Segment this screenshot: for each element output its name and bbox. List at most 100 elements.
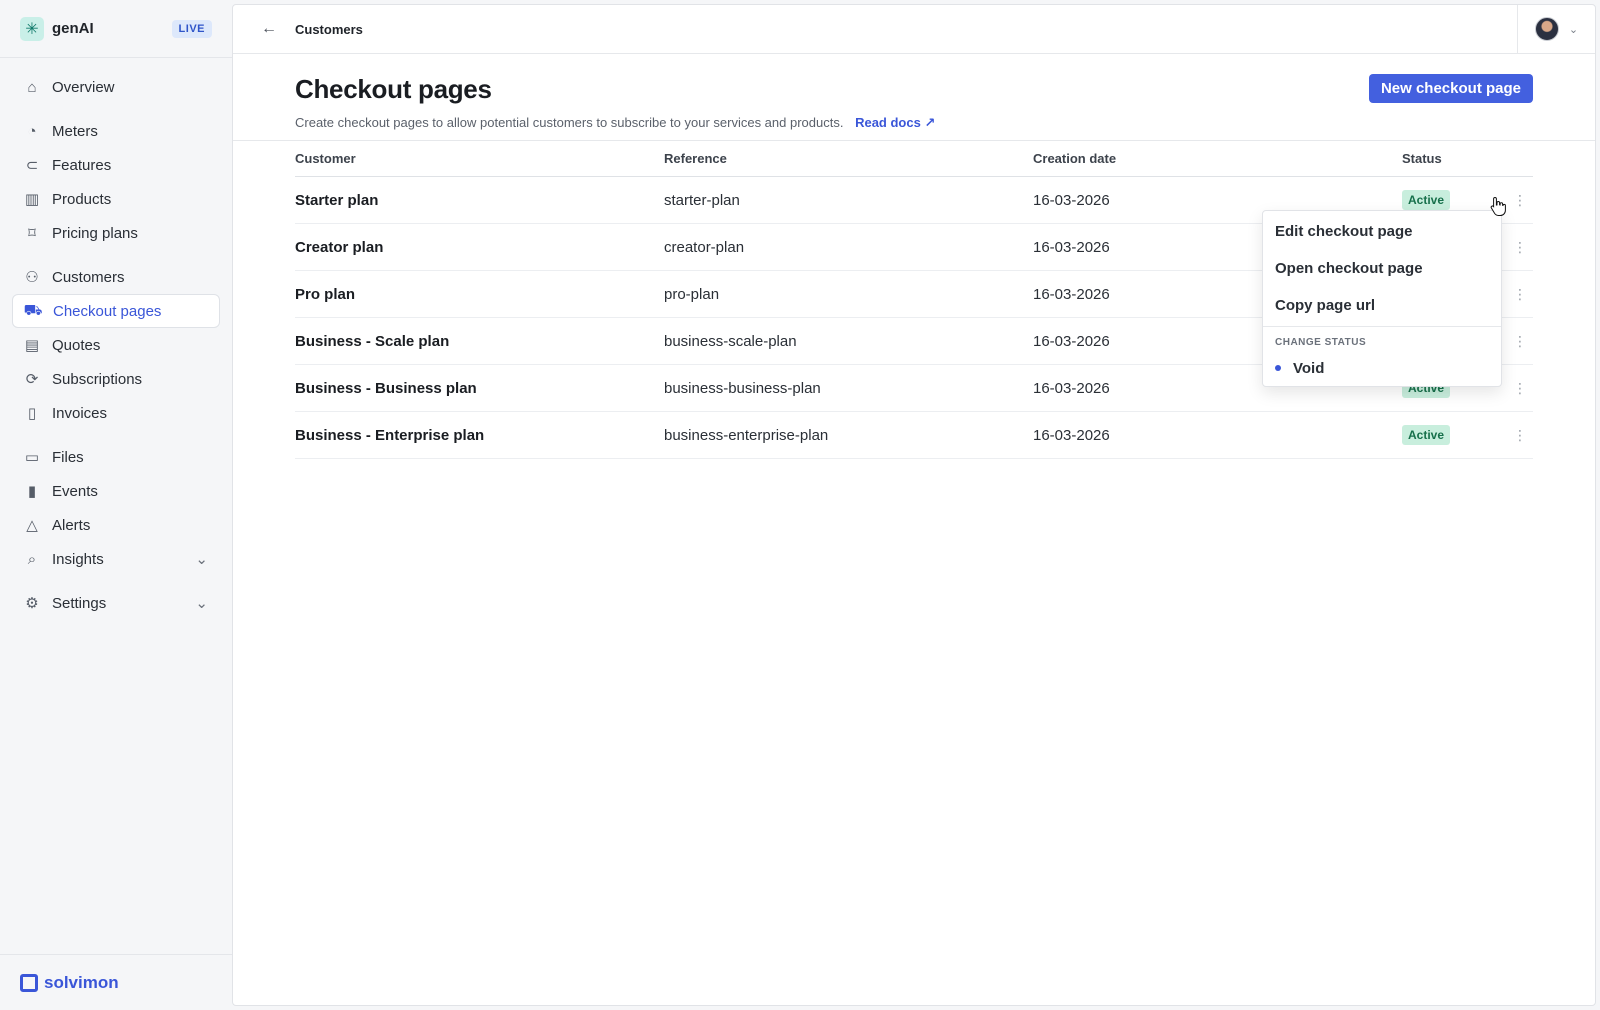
column-header-status: Status — [1402, 151, 1442, 166]
sidebar-item-quotes[interactable]: ▤ Quotes — [12, 328, 220, 362]
nav-group: ◔ Meters ⊂ Features ▥ Products ⌑ Pricing plans — [0, 114, 232, 250]
column-header-customer: Customer — [295, 151, 356, 166]
cell-creation-date: 16-03-2026 — [1033, 191, 1110, 209]
page-title: Checkout pages — [295, 74, 492, 104]
sidebar-item-label: Events — [52, 482, 98, 500]
read-docs-label: Read docs — [855, 115, 921, 130]
nav-group: ▭ Files ▮ Events △ Alerts ⌕ Insights ⌄ — [0, 440, 232, 576]
sidebar-item-label: Insights — [52, 550, 104, 568]
bar-chart-icon: ▮ — [27, 483, 37, 500]
sidebar-item-label: Overview — [52, 78, 115, 96]
nav-group: ⚙ Settings ⌄ — [0, 586, 232, 620]
sidebar-item-features[interactable]: ⊂ Features — [12, 148, 220, 182]
breadcrumb[interactable]: Customers — [295, 22, 363, 37]
column-header-reference: Reference — [664, 151, 727, 166]
more-vertical-icon[interactable]: ⋮ — [1513, 428, 1527, 442]
sidebar-item-label: Quotes — [52, 336, 101, 354]
sidebar-item-subscriptions[interactable]: ⟳ Subscriptions — [12, 362, 220, 396]
document-icon: ▯ — [27, 405, 37, 422]
cell-reference: pro-plan — [664, 285, 720, 303]
sidebar-item-products[interactable]: ▥ Products — [12, 182, 220, 216]
footer-brand-name: solvimon — [44, 972, 119, 992]
live-badge: LIVE — [171, 19, 212, 38]
sidebar-item-settings[interactable]: ⚙ Settings ⌄ — [12, 586, 220, 620]
menu-item-void[interactable]: Void — [1263, 350, 1501, 386]
table-row[interactable]: Business - Enterprise plan business-enter… — [295, 412, 1533, 459]
cart-icon: ⛟ — [23, 301, 43, 319]
home-icon: ⌂ — [27, 78, 37, 96]
sidebar: ✳ genAI LIVE ⌂ Overview ◔ Meters ⊂ Features ▥ P… — [0, 0, 232, 1010]
sidebar-item-overview[interactable]: ⌂ Overview — [12, 70, 220, 104]
sidebar-item-label: Products — [52, 190, 112, 208]
cell-customer: Starter plan — [295, 191, 379, 209]
sidebar-item-label: Files — [52, 448, 84, 466]
menu-item-copy-url[interactable]: Copy page url — [1263, 287, 1501, 324]
chevron-down-icon: ⌄ — [195, 595, 208, 612]
sidebar-item-label: Checkout pages — [53, 302, 162, 320]
cell-status: Active — [1402, 425, 1482, 445]
user-menu[interactable]: ⌄ — [1517, 5, 1595, 53]
cell-reference: creator-plan — [664, 238, 745, 256]
more-vertical-icon[interactable]: ⋮ — [1513, 193, 1527, 207]
sidebar-item-label: Pricing plans — [52, 224, 138, 242]
sidebar-item-pricing-plans[interactable]: ⌑ Pricing plans — [12, 216, 220, 250]
main-panel: ← Customers ⌄ Checkout pages Create chec… — [232, 4, 1596, 1006]
external-link-icon: ↗ — [924, 115, 936, 130]
sidebar-item-customers[interactable]: ⚇ Customers — [12, 260, 220, 294]
solvimon-logo-icon — [20, 973, 38, 992]
new-checkout-page-button[interactable]: New checkout page — [1368, 74, 1533, 103]
toggle-icon: ⊂ — [25, 157, 39, 174]
users-icon: ⚇ — [25, 269, 39, 286]
sidebar-item-label: Invoices — [52, 404, 108, 422]
sidebar-item-label: Settings — [52, 594, 107, 612]
sidebar-item-events[interactable]: ▮ Events — [12, 474, 220, 508]
asterisk-icon: ✳ — [20, 16, 44, 41]
row-actions-menu: Edit checkout page Open checkout page Co… — [1262, 210, 1502, 387]
sidebar-item-files[interactable]: ▭ Files — [12, 440, 220, 474]
table-header: Customer Reference Creation date Status — [295, 141, 1533, 177]
cell-creation-date: 16-03-2026 — [1033, 426, 1110, 444]
more-vertical-icon[interactable]: ⋮ — [1513, 381, 1527, 395]
sidebar-item-insights[interactable]: ⌕ Insights ⌄ — [12, 542, 220, 576]
sidebar-item-invoices[interactable]: ▯ Invoices — [12, 396, 220, 430]
hand-cursor-icon — [1490, 196, 1506, 216]
sidebar-item-label: Subscriptions — [52, 370, 143, 388]
cell-customer: Business - Business plan — [295, 379, 477, 397]
page-header: Checkout pages Create checkout pages to … — [233, 54, 1595, 141]
more-vertical-icon[interactable]: ⋮ — [1513, 334, 1527, 348]
sidebar-item-label: Customers — [52, 268, 125, 286]
menu-item-void-label: Void — [1293, 359, 1325, 377]
more-vertical-icon[interactable]: ⋮ — [1513, 240, 1527, 254]
menu-item-open[interactable]: Open checkout page — [1263, 250, 1501, 287]
nav-group: ⚇ Customers ⛟ Checkout pages ▤ Quotes ⟳ Subscri… — [0, 260, 232, 430]
chevron-down-icon: ⌄ — [1568, 23, 1579, 36]
cell-customer: Pro plan — [295, 285, 356, 303]
more-vertical-icon[interactable]: ⋮ — [1513, 287, 1527, 301]
workspace-switcher[interactable]: ✳ genAI LIVE — [0, 0, 232, 58]
back-arrow-icon[interactable]: ← — [261, 20, 277, 38]
sidebar-item-meters[interactable]: ◔ Meters — [12, 114, 220, 148]
menu-section-label: CHANGE STATUS — [1275, 337, 1367, 348]
sidebar-item-checkout-pages[interactable]: ⛟ Checkout pages — [12, 294, 220, 328]
read-docs-link[interactable]: Read docs ↗ — [855, 115, 935, 130]
workspace-name: genAI — [52, 20, 94, 37]
zoom-icon: ⌕ — [27, 550, 37, 568]
sidebar-item-label: Meters — [52, 122, 98, 140]
chevron-down-icon: ⌄ — [195, 551, 208, 568]
nav-group: ⌂ Overview — [0, 70, 232, 104]
barcode-icon: ▥ — [24, 191, 40, 208]
cell-customer: Creator plan — [295, 238, 384, 256]
sidebar-item-label: Features — [52, 156, 112, 174]
receipt-icon: ▤ — [24, 337, 40, 354]
cell-customer: Business - Scale plan — [295, 332, 450, 350]
sidebar-item-alerts[interactable]: △ Alerts — [12, 508, 220, 542]
status-dot-icon — [1275, 365, 1281, 371]
page-subtitle: Create checkout pages to allow potential… — [295, 115, 1533, 131]
avatar — [1534, 17, 1559, 41]
folder-icon: ▭ — [24, 449, 40, 466]
menu-item-edit[interactable]: Edit checkout page — [1263, 213, 1501, 250]
status-badge: Active — [1402, 190, 1451, 210]
cell-reference: starter-plan — [664, 191, 740, 209]
topbar: ← Customers ⌄ — [233, 5, 1595, 54]
cell-reference: business-scale-plan — [664, 332, 797, 350]
